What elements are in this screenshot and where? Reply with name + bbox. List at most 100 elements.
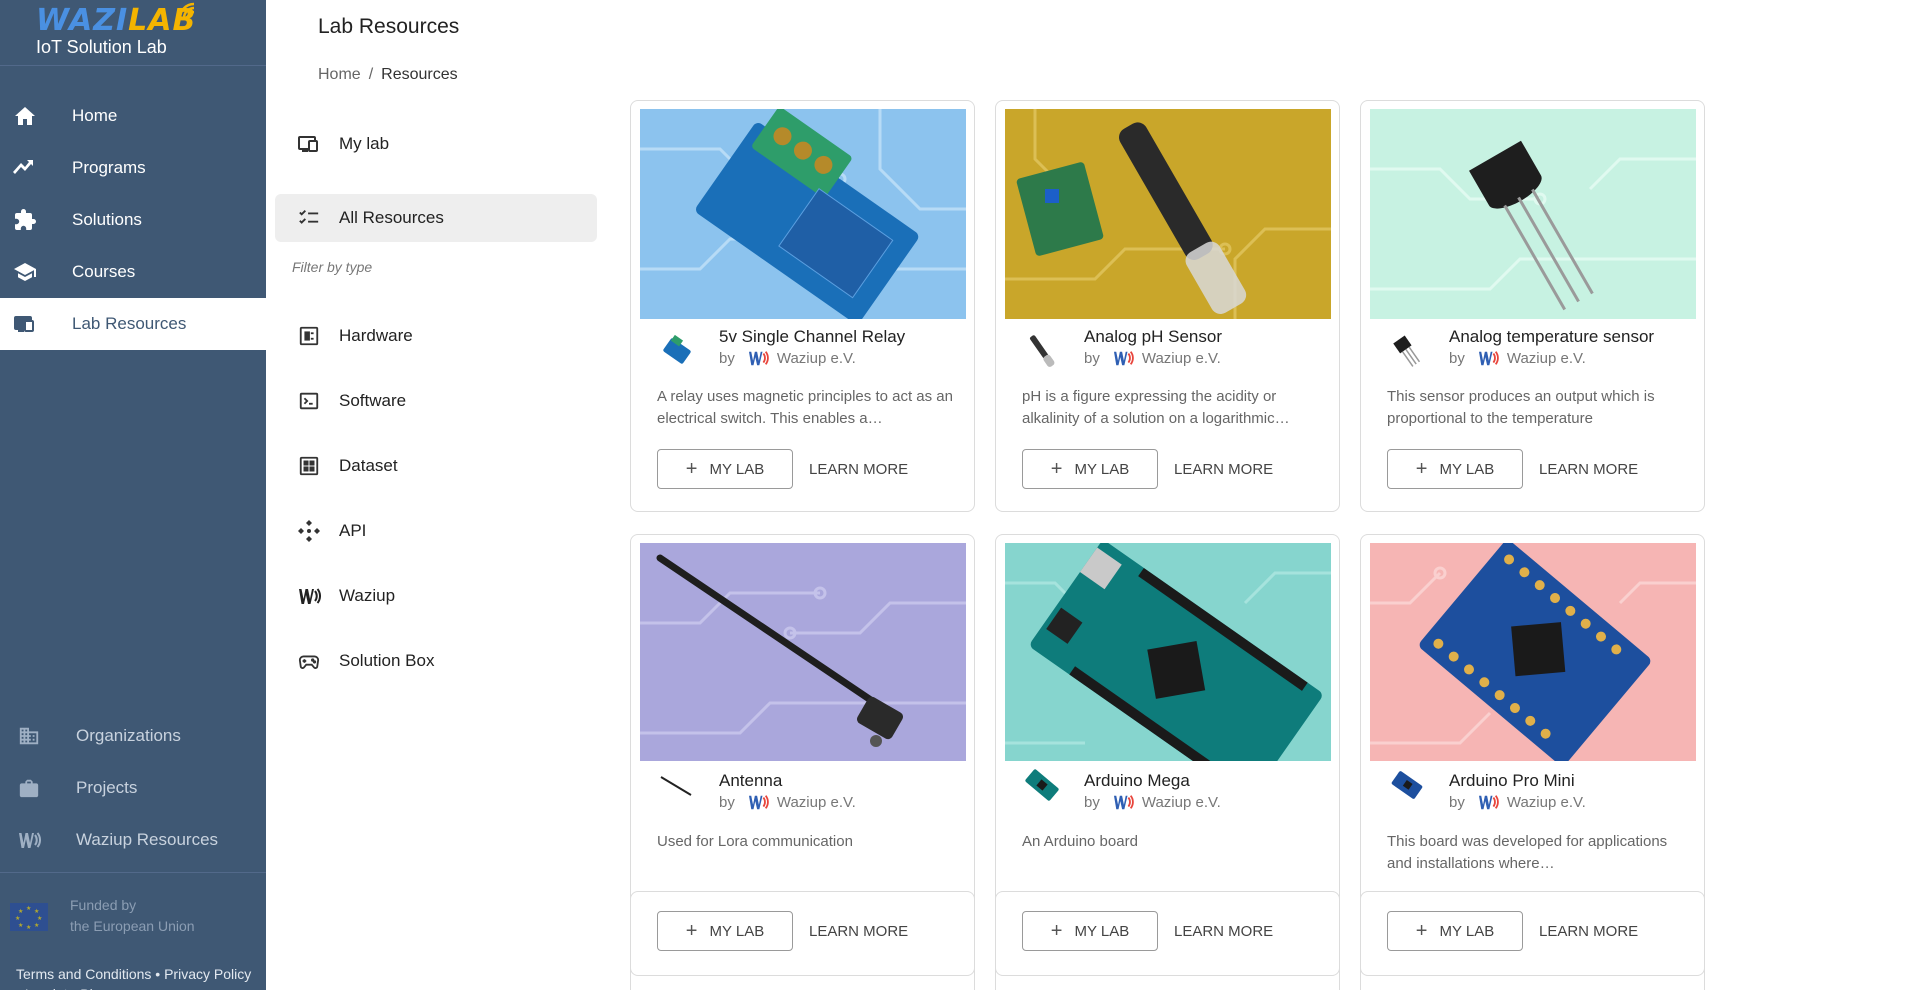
filter-my-lab[interactable]: My lab [275,120,597,168]
sidebar-item-home[interactable]: Home [0,90,266,142]
card-description: Used for Lora communication [657,833,853,850]
devices-icon [297,132,321,156]
plus-icon: + [1050,457,1063,480]
funding-notice: ★ ★ ★ ★ ★ ★ ★ ★ Funded by the European Union [0,872,266,937]
filter-waziup[interactable]: Waziup [275,563,597,628]
card-by-label: by [1084,793,1100,811]
card-author: by Waziup e.V. [1084,349,1221,367]
sidebar-item-lab-resources[interactable]: Lab Resources [0,298,266,350]
arduino-pro-mini-thumbnail-icon [1391,771,1423,799]
card-image [1370,109,1696,319]
sidebar-item-solutions[interactable]: Solutions [0,194,266,246]
card-by-label: by [1084,349,1100,367]
waziup-logo-icon [748,795,769,810]
resource-card-partial[interactable] [995,891,1340,990]
card-publisher[interactable]: Waziup e.V. [1507,794,1586,811]
card-by-label: by [719,793,735,811]
card-publisher[interactable]: Waziup e.V. [1507,350,1586,367]
add-to-my-lab-button[interactable]: + MY LAB [1022,449,1158,489]
filter-dataset[interactable]: Dataset [275,433,597,498]
card-publisher[interactable]: Waziup e.V. [1142,794,1221,811]
filter-label: Dataset [339,455,398,475]
add-to-my-lab-button[interactable]: + MY LAB [657,449,793,489]
sidebar-item-courses[interactable]: Courses [0,246,266,298]
waziup-logo-icon [748,351,769,366]
api-icon [297,519,321,543]
funded-line-2: the European Union [70,918,195,934]
resource-card-partial[interactable] [630,891,975,990]
waziup-icon [297,584,321,608]
home-icon [12,103,38,129]
filter-all-resources[interactable]: All Resources [275,194,597,242]
sidebar: WAZILAB IoT Solution Lab Home Programs S… [0,0,266,990]
sidebar-item-label: Home [72,106,118,125]
breadcrumb-home[interactable]: Home [318,66,361,83]
learn-more-button[interactable]: LEARN MORE [1539,449,1638,489]
brand-logo[interactable]: WAZILAB IoT Solution Lab [0,0,266,66]
building-icon [16,723,42,749]
card-description: This sensor produces an output which is … [1387,388,1655,427]
waziup-icon [16,827,42,853]
card-by-label: by [719,349,735,367]
filter-label: My lab [339,134,390,153]
card-by-label: by [1449,349,1465,367]
sidebar-item-label: Solutions [72,210,142,229]
learn-more-button[interactable]: LEARN MORE [809,449,908,489]
filter-hardware[interactable]: Hardware [275,303,597,368]
card-publisher[interactable]: Waziup e.V. [777,350,856,367]
plus-icon: + [1415,457,1428,480]
add-to-my-lab-button[interactable]: + MY LAB [1387,449,1523,489]
waziup-logo-icon [1113,795,1134,810]
my-lab-label: MY LAB [1439,460,1495,478]
my-lab-label: MY LAB [1074,460,1130,478]
card-title: Antenna [719,771,783,790]
card-publisher[interactable]: Waziup e.V. [1142,350,1221,367]
gamepad-icon [297,649,321,673]
wifi-icon [178,2,195,19]
card-title: Arduino Mega [1084,771,1190,790]
filter-label: Hardware [339,325,413,345]
resource-card[interactable]: Analog pH Sensor by Waziup e.V. pH is a … [995,100,1340,512]
card-title: Arduino Pro Mini [1449,771,1575,790]
footer-links[interactable]: Terms and Conditions • Privacy Policy • … [16,964,256,990]
breadcrumb-current: Resources [381,66,458,83]
resource-card[interactable]: 5v Single Channel Relay by Waziup e.V. A… [630,100,975,512]
card-description: An Arduino board [1022,833,1138,850]
terminal-icon [297,389,321,413]
card-image [1370,543,1696,761]
card-image [640,109,966,319]
filter-label: Waziup [339,585,396,605]
card-image [640,543,966,761]
card-author: by Waziup e.V. [1084,793,1221,811]
filter-label: Solution Box [339,650,435,670]
relay-thumbnail-icon [663,334,691,364]
resource-card-partial[interactable] [1360,891,1705,990]
puzzle-icon [12,207,38,233]
filter-label: Software [339,390,407,410]
sidebar-item-projects[interactable]: Projects [0,762,266,814]
sidebar-item-label: Lab Resources [72,314,187,333]
sidebar-item-label: Organizations [76,726,181,745]
dataset-icon [297,454,321,478]
sidebar-item-waziup-resources[interactable]: Waziup Resources [0,814,266,866]
funded-line-1: Funded by [70,897,137,913]
card-image [1005,109,1331,319]
ph-sensor-thumbnail-icon [1030,335,1055,367]
filter-software[interactable]: Software [275,368,597,433]
card-description: pH is a figure expressing the acidity or… [1022,388,1290,427]
trend-icon [12,155,38,181]
card-author: by Waziup e.V. [719,349,856,367]
learn-more-button[interactable]: LEARN MORE [1174,449,1273,489]
sidebar-item-programs[interactable]: Programs [0,142,266,194]
plus-icon: + [685,457,698,480]
breadcrumb-separator: / [368,66,374,83]
filter-solution-box[interactable]: Solution Box [275,628,597,693]
sidebar-item-organizations[interactable]: Organizations [0,710,266,762]
sidebar-item-label: Projects [76,778,138,797]
filter-api[interactable]: API [275,498,597,563]
card-title: Analog pH Sensor [1084,327,1222,346]
filter-by-type-label: Filter by type [292,259,373,275]
school-icon [12,259,38,285]
resource-card[interactable]: Analog temperature sensor by Waziup e.V.… [1360,100,1705,512]
card-publisher[interactable]: Waziup e.V. [777,794,856,811]
